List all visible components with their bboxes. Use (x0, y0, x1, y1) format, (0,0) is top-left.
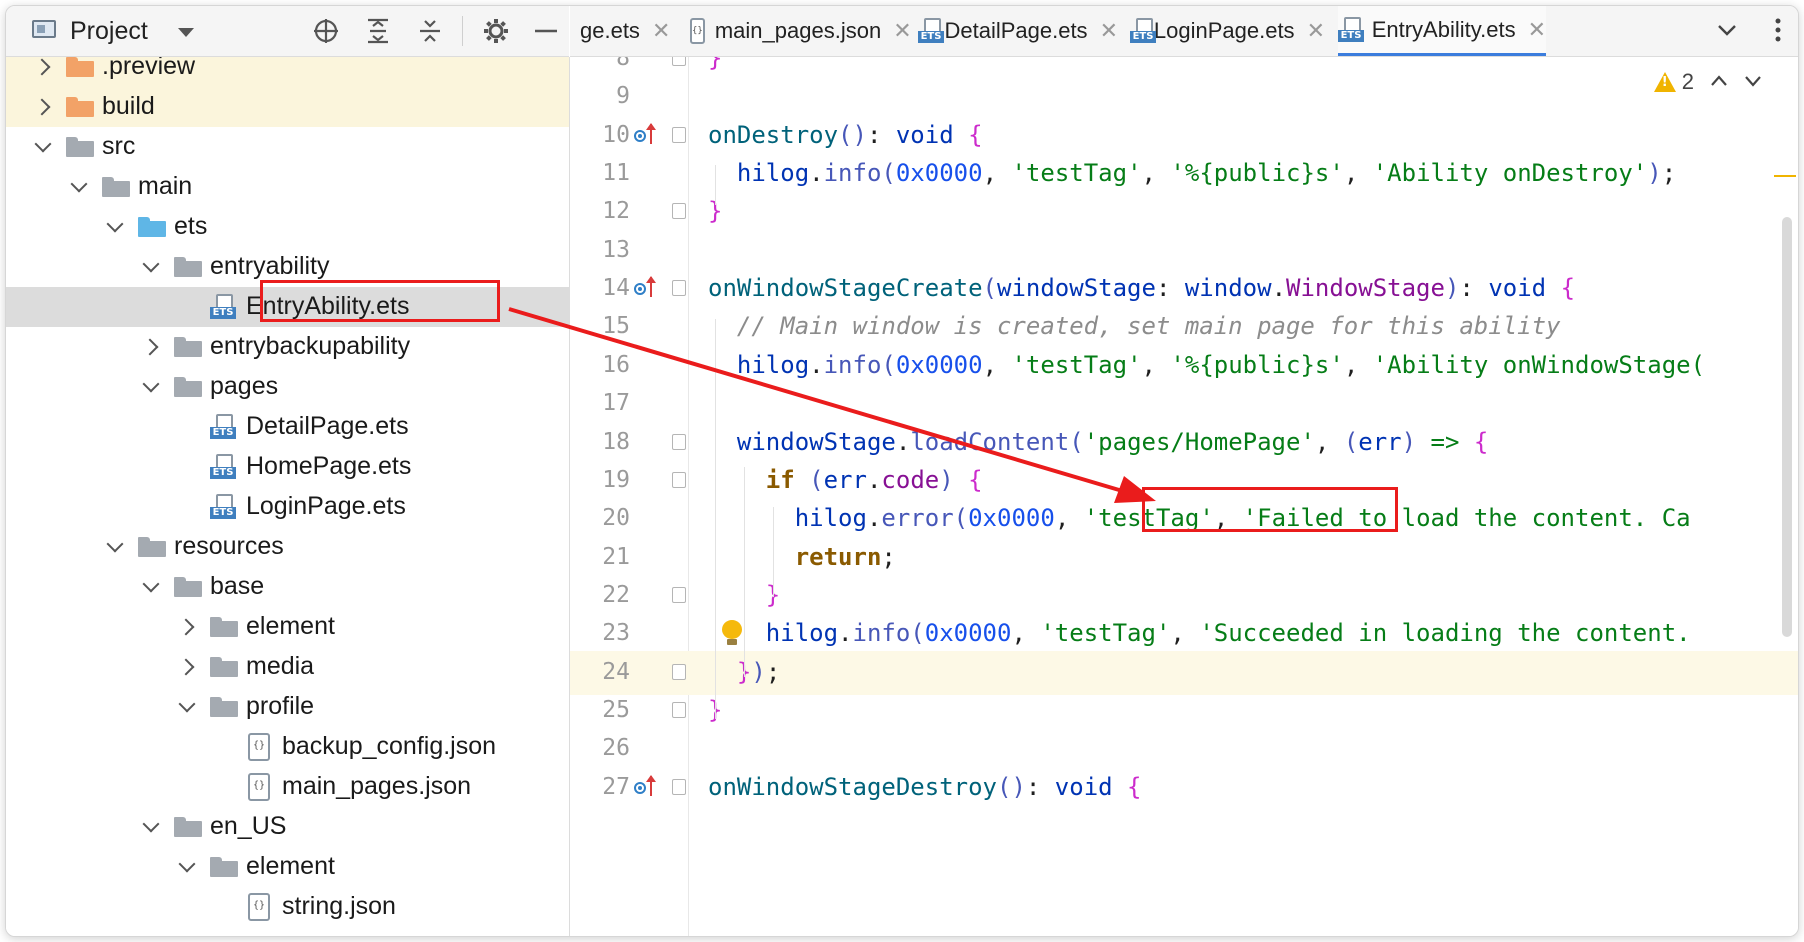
annotation-arrow (508, 307, 1156, 503)
ide-window: Project .preview build src main ets entryabil… (5, 5, 1799, 937)
